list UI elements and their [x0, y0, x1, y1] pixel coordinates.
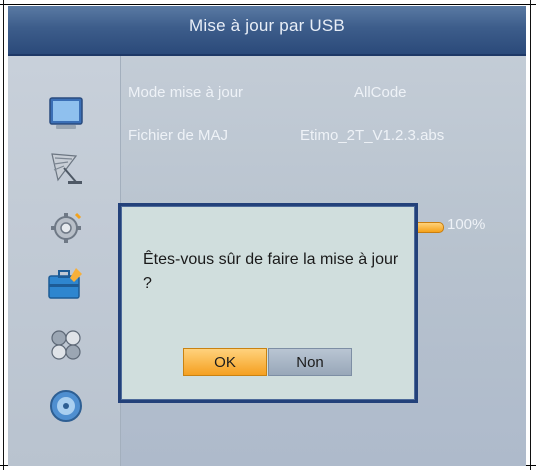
sidebar: [8, 56, 121, 466]
dialog-message: Êtes-vous sûr de faire la mise à jour ?: [143, 251, 399, 292]
confirm-dialog: Êtes-vous sûr de faire la mise à jour ? …: [118, 203, 418, 403]
title-bar: Mise à jour par USB: [8, 6, 526, 56]
ok-button[interactable]: OK: [183, 348, 267, 376]
update-mode-label: Mode mise à jour: [128, 84, 244, 101]
disc-icon[interactable]: [46, 386, 86, 426]
settings-gear-icon[interactable]: [46, 206, 86, 246]
satellite-dish-icon[interactable]: [46, 148, 86, 188]
tv-icon[interactable]: [46, 94, 86, 134]
media-icon[interactable]: [46, 324, 86, 364]
update-file-label: Fichier de MAJ: [128, 127, 229, 144]
frame-right-line: [530, 0, 531, 470]
toolbox-icon[interactable]: [46, 264, 86, 304]
frame-top-line: [0, 4, 536, 5]
frame-left-line: [3, 0, 4, 470]
cancel-button[interactable]: Non: [268, 348, 352, 376]
main-content: Mode mise à jour AllCode Fichier de MAJ …: [8, 56, 526, 466]
tv-screen: Mise à jour par USB Mode mise à jour All…: [8, 6, 526, 466]
update-mode-value[interactable]: AllCode: [354, 84, 407, 101]
progress-percent: 100%: [447, 216, 486, 233]
update-file-value[interactable]: Etimo_2T_V1.2.3.abs: [300, 127, 444, 144]
page-title: Mise à jour par USB: [189, 16, 345, 35]
